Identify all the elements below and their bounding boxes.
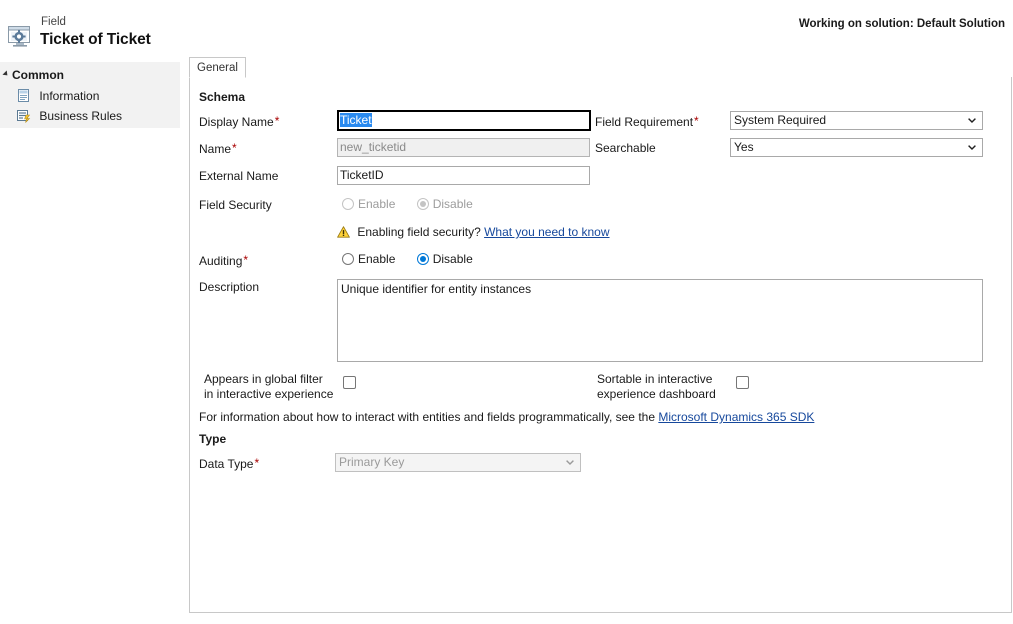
sidebar-item-label: Business Rules xyxy=(39,109,122,123)
sdk-note: For information about how to interact wi… xyxy=(199,410,814,424)
sidebar-item-label: Information xyxy=(39,89,99,103)
page-title-block: Field Ticket of Ticket xyxy=(40,15,151,50)
label-field-security: Field Security xyxy=(199,198,272,212)
required-indicator: * xyxy=(232,141,237,155)
sidebar-item-business-rules[interactable]: Business Rules xyxy=(16,108,122,127)
business-rules-icon xyxy=(16,108,31,123)
sidebar: Common Information xyxy=(0,62,180,128)
label-auditing-text: Auditing xyxy=(199,254,242,268)
description-textarea[interactable]: Unique identifier for entity instances xyxy=(337,279,983,362)
data-type-select[interactable]: Primary Key xyxy=(335,453,581,472)
sidebar-item-information[interactable]: Information xyxy=(16,88,99,107)
label-data-type: Data Type* xyxy=(199,456,259,471)
name-input[interactable]: new_ticketid xyxy=(337,138,590,157)
radio-label: Enable xyxy=(358,252,395,266)
field-security-warning-text: Enabling field security? xyxy=(357,225,480,239)
sidebar-group-common[interactable]: Common xyxy=(4,68,64,82)
required-indicator: * xyxy=(694,114,699,128)
auditing-disable-radio[interactable]: Disable xyxy=(417,252,473,266)
tab-general[interactable]: General xyxy=(189,57,246,78)
label-sortable: Sortable in interactive experience dashb… xyxy=(597,372,727,402)
solution-banner: Working on solution: Default Solution xyxy=(799,18,1005,30)
data-type-value: Primary Key xyxy=(339,455,404,469)
label-global-filter: Appears in global filter in interactive … xyxy=(204,372,334,402)
radio-indicator xyxy=(342,253,354,265)
external-name-value: TicketID xyxy=(340,168,384,182)
chevron-down-icon xyxy=(968,145,976,150)
radio-indicator xyxy=(342,198,354,210)
auditing-radio-group: Enable Disable xyxy=(342,252,491,266)
name-value: new_ticketid xyxy=(340,140,406,154)
label-name: Name* xyxy=(199,141,237,156)
radio-indicator xyxy=(417,198,429,210)
radio-label: Enable xyxy=(358,197,395,211)
radio-indicator xyxy=(417,253,429,265)
label-external-name: External Name xyxy=(199,169,278,183)
sortable-checkbox[interactable] xyxy=(736,376,749,389)
page-kicker: Field xyxy=(40,15,151,29)
display-name-value: Ticket xyxy=(340,113,372,127)
chevron-expanded-icon xyxy=(2,70,9,77)
what-you-need-to-know-link[interactable]: What you need to know xyxy=(484,225,609,239)
label-searchable: Searchable xyxy=(595,141,656,155)
required-indicator: * xyxy=(243,253,248,267)
auditing-enable-radio[interactable]: Enable xyxy=(342,252,395,266)
label-field-requirement-text: Field Requirement xyxy=(595,115,693,129)
tab-strip: General xyxy=(189,57,1012,78)
required-indicator: * xyxy=(254,456,259,470)
sidebar-group-label: Common xyxy=(12,68,64,82)
page-title: Ticket of Ticket xyxy=(40,29,151,50)
label-description: Description xyxy=(199,280,259,294)
dynamics-365-sdk-link[interactable]: Microsoft Dynamics 365 SDK xyxy=(658,410,814,424)
searchable-select[interactable]: Yes xyxy=(730,138,983,157)
field-security-enable-radio[interactable]: Enable xyxy=(342,197,395,211)
chevron-down-icon xyxy=(968,118,976,123)
global-filter-checkbox[interactable] xyxy=(343,376,356,389)
radio-label: Disable xyxy=(433,252,473,266)
field-gear-icon xyxy=(7,23,33,49)
label-auditing: Auditing* xyxy=(199,253,248,268)
searchable-value: Yes xyxy=(734,140,754,154)
field-requirement-select[interactable]: System Required xyxy=(730,111,983,130)
field-requirement-value: System Required xyxy=(734,113,826,127)
section-heading-type: Type xyxy=(199,432,226,446)
sdk-note-text: For information about how to interact wi… xyxy=(199,410,655,424)
label-display-name-text: Display Name xyxy=(199,115,274,129)
radio-label: Disable xyxy=(433,197,473,211)
warning-triangle-icon xyxy=(337,226,350,238)
field-security-warning: Enabling field security? What you need t… xyxy=(337,225,610,239)
label-display-name: Display Name* xyxy=(199,114,279,129)
display-name-input[interactable]: Ticket xyxy=(337,110,591,131)
information-page-icon xyxy=(16,88,31,103)
label-data-type-text: Data Type xyxy=(199,457,253,471)
description-value: Unique identifier for entity instances xyxy=(341,282,531,296)
label-field-requirement: Field Requirement* xyxy=(595,114,699,129)
section-heading-schema: Schema xyxy=(199,90,245,104)
field-security-radio-group: Enable Disable xyxy=(342,197,491,211)
chevron-down-icon xyxy=(566,460,574,465)
page-header: Field Ticket of Ticket Working on soluti… xyxy=(0,0,1013,62)
field-security-disable-radio[interactable]: Disable xyxy=(417,197,473,211)
external-name-input[interactable]: TicketID xyxy=(337,166,590,185)
required-indicator: * xyxy=(275,114,280,128)
label-name-text: Name xyxy=(199,142,231,156)
